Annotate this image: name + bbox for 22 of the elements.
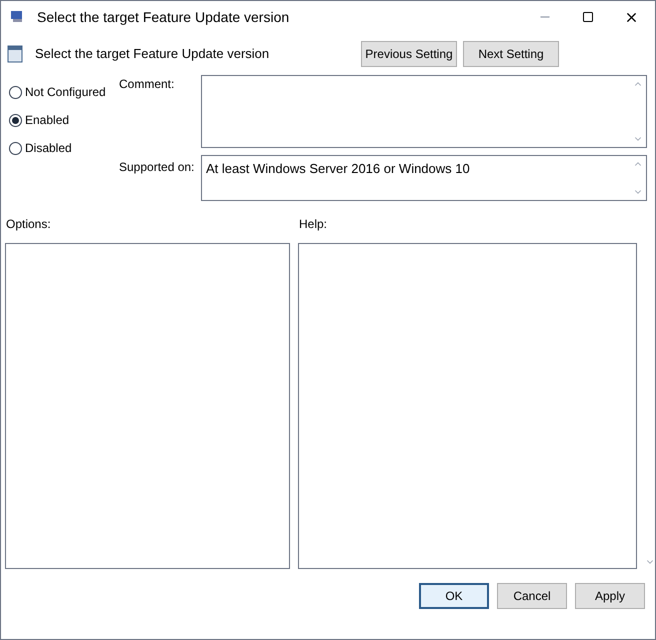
radio-label: Enabled bbox=[25, 112, 70, 129]
radio-label: Disabled bbox=[25, 140, 72, 157]
comment-label: Comment: bbox=[118, 76, 176, 93]
radio-button[interactable] bbox=[9, 114, 22, 126]
nav-button[interactable]: Next Setting bbox=[463, 41, 559, 67]
radio-button[interactable] bbox=[9, 86, 22, 98]
setting-title: Select the target Feature Update version bbox=[35, 45, 270, 64]
dialog-button[interactable]: Apply bbox=[575, 583, 645, 609]
options-label: Options: bbox=[5, 216, 52, 233]
supported-label: Supported on: bbox=[118, 159, 196, 176]
dialog-button[interactable]: Cancel bbox=[497, 583, 567, 609]
dialog-button[interactable]: OK bbox=[419, 583, 489, 609]
policy-icon bbox=[7, 45, 23, 63]
help-label: Help: bbox=[299, 216, 328, 233]
maximize-icon[interactable] bbox=[582, 11, 594, 23]
comment-field[interactable] bbox=[201, 75, 647, 148]
radio-button[interactable] bbox=[9, 142, 22, 154]
nav-button[interactable]: Previous Setting bbox=[361, 41, 457, 67]
supported-value: At least Windows Server 2016 or Windows 10 bbox=[205, 160, 470, 178]
radio-label: Not Configured bbox=[25, 84, 106, 101]
window-title: Select the target Feature Update version bbox=[37, 8, 290, 27]
computer-icon bbox=[9, 9, 25, 25]
